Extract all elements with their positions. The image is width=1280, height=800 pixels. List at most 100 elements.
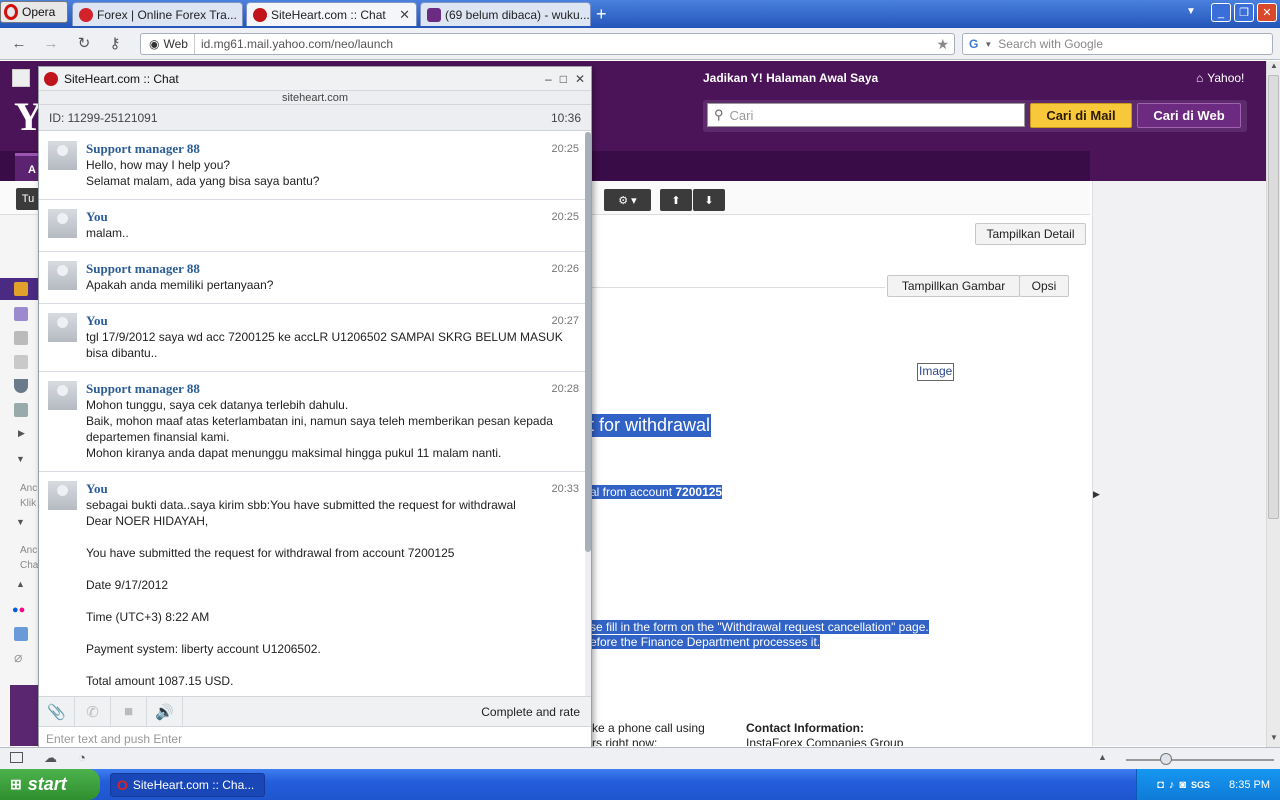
email-footer-text: ke a phone call using [592,721,705,735]
new-tab-plus-icon[interactable]: + [596,4,607,25]
email-line-fragment: al from account 7200125 [590,485,723,499]
sound-toggle-button[interactable]: 🔊 [147,696,183,727]
scroll-down-icon[interactable]: ▼ [1268,733,1280,747]
collapse-arrow-icon[interactable]: ▼ [16,454,25,464]
security-icon[interactable]: ◙ [1179,779,1186,791]
voice-call-button[interactable]: ✆ [75,696,111,727]
inbox-icon [14,282,28,296]
photos-icon[interactable] [14,627,28,641]
cloud-icon[interactable]: ☁ [44,750,57,766]
message-text: Mohon tunggu, saya cek datanya terlebih … [86,398,553,460]
bookmark-star-icon[interactable]: ★ [936,36,954,53]
restore-window-button[interactable]: ❐ [1234,3,1254,22]
message-text: Apakah anda memiliki pertanyaan? [86,278,274,292]
tab-label: SiteHeart.com :: Chat [271,7,386,22]
attachment-icon[interactable]: ⌀ [14,649,22,666]
tab-menu-chevron-icon[interactable]: ▼ [1186,6,1196,17]
sidebar-sent-icon[interactable] [14,355,28,369]
tab-label: Forex | Online Forex Tra... [97,7,237,22]
arrow-down-icon: ⬇ [704,194,714,207]
panel-toggle-icon[interactable] [10,752,23,763]
reload-icon[interactable]: ↻ [75,34,93,52]
show-details-button[interactable]: Tampilkan Detail [975,223,1086,245]
opera-menu-button[interactable]: Opera [0,1,68,23]
settings-gear-button[interactable]: ⚙ ▾ [604,189,651,211]
sidebar-drafts-icon[interactable] [14,331,28,345]
chat-message: You 20:33 sebagai bukti data..saya kirim… [39,472,585,696]
opera-menu-label: Opera [22,5,56,19]
yahoo-mail-favicon-icon [427,7,441,22]
yahoo-search-input[interactable]: ⚲ Cari [707,103,1025,127]
page-scrollbar[interactable]: ▲ ▼ [1266,61,1280,747]
sidebar-item-inbox[interactable] [0,278,38,300]
taskbar-item-opera[interactable]: O SiteHeart.com :: Cha... [110,773,265,797]
close-tab-icon[interactable]: ✕ [241,7,242,23]
search-mail-button[interactable]: Cari di Mail [1030,103,1132,128]
chat-message: Support manager 88 20:26 Apakah anda mem… [39,252,585,304]
minimize-window-button[interactable]: _ [1211,3,1231,22]
close-window-button[interactable]: ✕ [1257,3,1277,22]
tray-badge[interactable]: SGS [1191,780,1210,790]
next-message-button[interactable]: ⬇ [693,189,725,211]
speed-dial-icon[interactable]: ◔ [78,750,86,765]
message-time: 20:28 [551,383,579,395]
paperclip-icon: 📎 [47,703,66,721]
yahoo-home-link[interactable]: ⌂ Yahoo! [1196,71,1244,85]
right-ad-pane [1092,181,1268,746]
siteheart-chat-window: SiteHeart.com :: Chat – □ ✕ siteheart.co… [38,66,592,750]
back-arrow-icon[interactable]: ← [10,34,28,52]
zoom-slider-handle[interactable] [1160,753,1172,765]
collapse-arrow-icon[interactable]: ▼ [16,517,25,527]
key-icon[interactable]: ⚷ [106,34,124,52]
sidebar-folder-icon[interactable] [14,307,28,321]
compose-button[interactable]: Tu [16,188,40,210]
set-homepage-link[interactable]: Jadikan Y! Halaman Awal Saya [703,71,878,85]
address-bar[interactable]: ◉ Web id.mg61.mail.yahoo.com/neo/launch ★ [140,33,955,55]
email-footer-text: rs right now: [592,736,658,746]
maximize-icon[interactable]: □ [560,72,567,86]
chat-message: Support manager 88 20:25 Hello, how may … [39,132,585,200]
volume-icon[interactable]: ♪ [1169,779,1175,791]
network-icon[interactable]: ◘ [1157,779,1164,791]
close-tab-icon[interactable]: ✕ [399,7,410,23]
web-scheme-badge[interactable]: ◉ Web [141,34,195,54]
chat-title-bar[interactable]: SiteHeart.com :: Chat – □ ✕ [39,67,591,91]
chat-scrollbar[interactable] [585,132,591,696]
tab-forex[interactable]: Forex | Online Forex Tra... ✕ [72,2,243,26]
web-search-field[interactable]: G ▼ Search with Google [962,33,1273,55]
scroll-up-icon[interactable]: ▲ [1268,61,1280,75]
tab-siteheart-chat[interactable]: SiteHeart.com :: Chat ✕ [246,2,417,26]
video-call-button[interactable]: ■ [111,696,147,727]
contact-info-title: Contact Information: [746,721,864,735]
image-placeholder[interactable]: Image [917,363,954,381]
previous-message-button[interactable]: ⬆ [660,189,692,211]
chat-toolbar: 📎 ✆ ■ 🔊 Complete and rate [39,696,591,727]
collapse-arrow-icon[interactable]: ▲ [16,579,25,589]
tab-yahoo-mail[interactable]: (69 belum dibaca) - wuku... ✕ [420,2,591,26]
zoom-slider[interactable] [1126,759,1274,761]
expand-arrow-icon[interactable]: ▶ [18,428,25,439]
chat-scrollbar-thumb[interactable] [585,132,591,552]
search-web-button[interactable]: Cari di Web [1137,103,1241,128]
ad-thumbnail[interactable] [10,685,38,746]
search-icon: ⚲ [714,107,724,122]
opera-icon: O [117,777,128,793]
divider [590,287,885,288]
message-author: You [86,481,108,496]
minimize-icon[interactable]: – [545,72,552,86]
start-button[interactable]: ⊞ start [0,769,100,800]
forward-arrow-icon[interactable]: → [42,34,60,52]
options-button[interactable]: Opsi [1019,275,1069,297]
sidebar-trash-icon[interactable] [14,403,28,417]
attach-file-button[interactable]: 📎 [39,696,75,727]
flickr-icon[interactable]: ●● [12,604,25,616]
close-icon[interactable]: ✕ [575,72,585,86]
search-engine-dropdown-icon[interactable]: ▼ [984,40,992,49]
arrow-up-icon: ⬆ [671,194,681,207]
complete-and-rate-link[interactable]: Complete and rate [481,705,591,719]
zoom-up-icon[interactable]: ▲ [1098,752,1107,762]
expand-pane-arrow-icon[interactable]: ▶ [1093,489,1100,500]
scrollbar-thumb[interactable] [1268,75,1279,519]
sidebar-spam-shield-icon[interactable] [14,379,28,393]
show-images-button[interactable]: Tampillkan Gambar [887,275,1020,297]
